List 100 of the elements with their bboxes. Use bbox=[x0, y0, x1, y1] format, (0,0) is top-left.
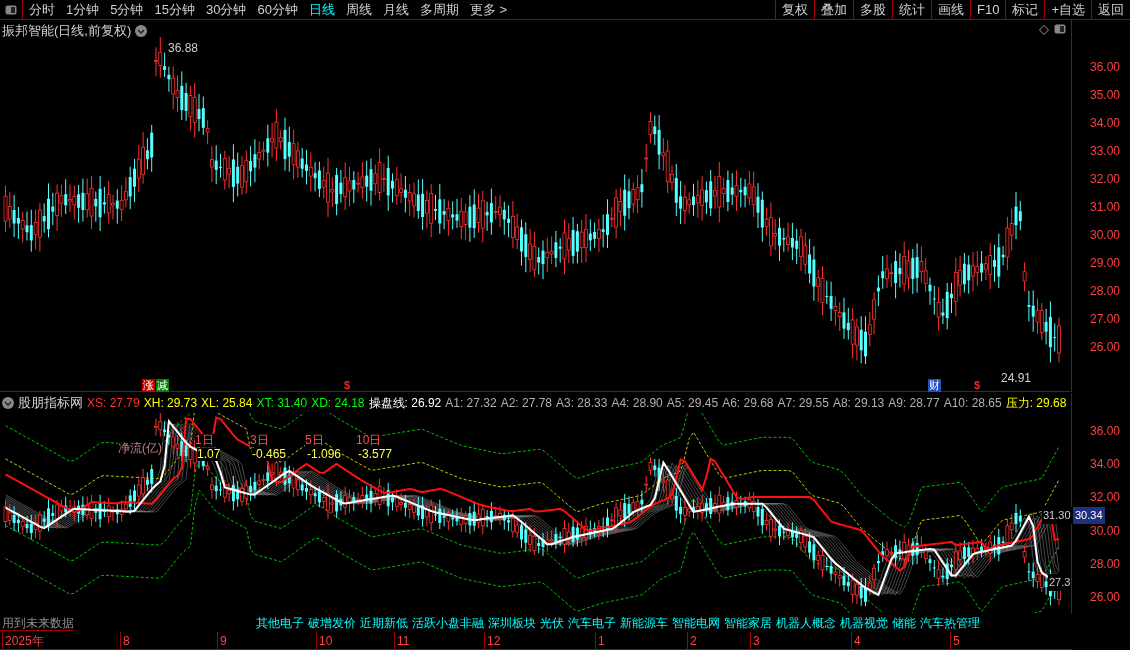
price-axis-label: 28.00 bbox=[1090, 283, 1121, 300]
indicator-reading: A2: 27.78 bbox=[500, 395, 552, 411]
price-axis-label: 36.00 bbox=[1090, 423, 1121, 440]
toolbar-button[interactable]: 返回 bbox=[1091, 0, 1130, 20]
indicator-reading: XL: 25.84 bbox=[201, 395, 253, 411]
concept-tag[interactable]: 光伏 bbox=[540, 614, 564, 632]
period-label: 3日 bbox=[250, 434, 269, 447]
toolbar-button[interactable]: +自选 bbox=[1044, 0, 1091, 20]
dropdown-icon[interactable] bbox=[135, 24, 148, 37]
indicator-reading: A4: 28.90 bbox=[611, 395, 663, 411]
price-axis-label: 32.00 bbox=[1090, 489, 1121, 507]
price-label: 27.3 bbox=[1048, 574, 1072, 591]
date-axis-label: 1 bbox=[595, 632, 605, 650]
period-tab[interactable]: 1分钟 bbox=[66, 0, 100, 20]
price-axis-label: 26.00 bbox=[1090, 589, 1121, 606]
date-axis-label: 4 bbox=[851, 632, 861, 650]
period-tab[interactable]: 月线 bbox=[382, 0, 409, 20]
panel-toggle-icon[interactable] bbox=[5, 4, 17, 15]
toolbar-button[interactable]: 画线 bbox=[931, 0, 970, 20]
date-axis-label: 2025年 bbox=[2, 632, 44, 650]
flow-value: -1.096 bbox=[307, 448, 342, 461]
toolbar-button[interactable]: 复权 bbox=[775, 0, 814, 20]
indicator-name: 股朋指标网 bbox=[18, 395, 83, 411]
concept-tag[interactable]: 近期新低 bbox=[360, 614, 408, 632]
price-label: 31.30 bbox=[1042, 507, 1072, 524]
indicator-reading: 操盘线: 26.92 bbox=[368, 395, 442, 411]
concept-tag[interactable]: 汽车热管理 bbox=[920, 614, 980, 632]
concept-tag[interactable]: 智能家居 bbox=[724, 614, 772, 632]
period-tab[interactable]: 60分钟 bbox=[257, 0, 298, 20]
concept-tag[interactable]: 深圳板块 bbox=[488, 614, 536, 632]
price-axis-label: 30.00 bbox=[1090, 522, 1121, 540]
high-price-label: 36.88 bbox=[168, 40, 199, 57]
panel-toggle-icon[interactable] bbox=[1054, 24, 1066, 34]
concept-tag[interactable]: 智能电网 bbox=[672, 614, 720, 632]
dropdown-icon[interactable] bbox=[2, 397, 14, 409]
concept-tag[interactable]: 破增发价 bbox=[308, 614, 356, 632]
period-label: 5日 bbox=[305, 434, 324, 447]
concept-tag[interactable]: 新能源车 bbox=[620, 614, 668, 632]
date-axis-label: 10 bbox=[316, 632, 333, 650]
flow-label: 净流(亿) bbox=[118, 439, 162, 457]
event-marker[interactable]: 财 bbox=[928, 379, 941, 392]
toolbar-button[interactable]: F10 bbox=[970, 0, 1006, 20]
toolbar-button[interactable]: 标记 bbox=[1005, 0, 1045, 20]
event-marker[interactable]: 减 bbox=[156, 379, 169, 392]
date-axis-label: 3 bbox=[750, 632, 760, 650]
period-tab[interactable]: 更多 > bbox=[469, 0, 508, 20]
concept-tag[interactable]: 其他电子 bbox=[256, 614, 304, 632]
event-marker[interactable]: $ bbox=[343, 379, 352, 392]
date-axis-label: 2 bbox=[687, 632, 697, 650]
price-axis-label: 26.00 bbox=[1090, 339, 1121, 356]
indicator-reading: A10: 28.65 bbox=[943, 395, 1002, 411]
concept-tag[interactable]: 汽车电子 bbox=[568, 614, 616, 632]
indicator-reading: A8: 29.13 bbox=[832, 395, 885, 411]
period-tab[interactable]: 周线 bbox=[345, 0, 372, 20]
flow-value: -0.465 bbox=[252, 448, 287, 461]
price-axis-label: 29.00 bbox=[1090, 255, 1121, 272]
period-tab[interactable]: 多周期 bbox=[419, 0, 459, 20]
price-axis-label: 30.00 bbox=[1090, 227, 1121, 244]
date-axis-label: 9 bbox=[217, 632, 227, 650]
period-tab[interactable]: 15分钟 bbox=[154, 0, 195, 20]
toolbar-button[interactable]: 多股 bbox=[853, 0, 892, 20]
concept-tag[interactable]: 活跃小盘非融 bbox=[412, 614, 484, 632]
event-marker[interactable]: $ bbox=[973, 379, 982, 392]
indicator-reading: XH: 29.73 bbox=[143, 395, 198, 411]
indicator-reading: A9: 28.77 bbox=[888, 395, 940, 411]
flow-value: -3.577 bbox=[358, 448, 393, 461]
future-data-note: 用到未来数据 bbox=[1, 615, 74, 632]
concept-tag[interactable]: 储能 bbox=[892, 614, 916, 632]
indicator-reading: XT: 31.40 bbox=[256, 395, 308, 411]
concept-tag[interactable]: 机器人概念 bbox=[776, 614, 836, 632]
period-tab[interactable]: 分时 bbox=[29, 0, 55, 20]
price-axis-label: 31.00 bbox=[1090, 199, 1121, 216]
indicator-reading: A1: 27.32 bbox=[445, 395, 497, 411]
stock-title: 振邦智能(日线,前复权) bbox=[2, 22, 132, 40]
price-axis-label: 33.00 bbox=[1090, 143, 1121, 160]
date-axis-label: 5 bbox=[950, 632, 960, 650]
period-tab[interactable]: 5分钟 bbox=[110, 0, 144, 20]
indicator-reading: XS: 27.79 bbox=[87, 395, 140, 411]
price-axis-label: 35.00 bbox=[1090, 87, 1121, 104]
price-axis-label: 34.00 bbox=[1090, 456, 1121, 474]
period-tab[interactable]: 日线 bbox=[308, 0, 335, 20]
indicator-reading: A3: 28.33 bbox=[556, 395, 608, 411]
price-axis-label: 36.00 bbox=[1090, 59, 1121, 76]
date-axis-label: 8 bbox=[120, 632, 130, 650]
price-axis-label: 34.00 bbox=[1090, 115, 1121, 132]
indicator-reading: A7: 29.55 bbox=[777, 395, 829, 411]
period-tab[interactable]: 30分钟 bbox=[205, 0, 247, 20]
price-axis-label: 28.00 bbox=[1090, 555, 1121, 573]
concept-tag[interactable]: 机器视觉 bbox=[840, 614, 888, 632]
flow-value: 1.07 bbox=[197, 448, 221, 461]
event-marker[interactable]: 涨 bbox=[142, 379, 155, 392]
period-label: 1日 bbox=[195, 434, 214, 447]
toolbar-button[interactable]: 统计 bbox=[892, 0, 931, 20]
indicator-reading: XD: 24.18 bbox=[311, 395, 365, 411]
toolbar-button[interactable]: 叠加 bbox=[814, 0, 853, 20]
indicator-reading: A5: 29.45 bbox=[666, 395, 719, 411]
current-price-tag: 30.34 bbox=[1073, 507, 1105, 524]
price-axis-label: 32.00 bbox=[1090, 171, 1121, 188]
indicator-reading: 压力: 29.68 bbox=[1005, 395, 1067, 411]
date-axis-label: 12 bbox=[484, 632, 501, 650]
